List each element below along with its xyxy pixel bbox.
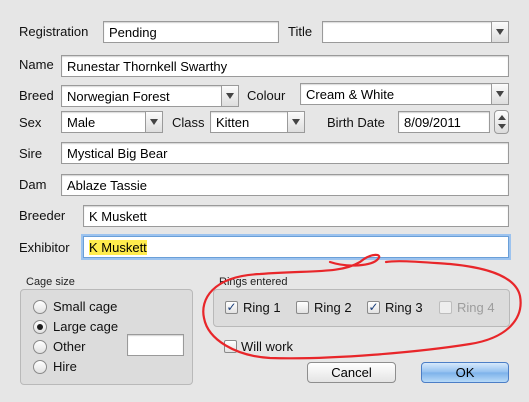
- registration-field[interactable]: Pending: [103, 21, 279, 43]
- rings-entered-group: ✓ Ring 1 Ring 2 ✓ Ring 3 Ring 4: [213, 289, 510, 327]
- checkbox-will-work[interactable]: [224, 340, 237, 353]
- check-mark-icon: ✓: [226, 300, 237, 314]
- title-label: Title: [288, 24, 313, 39]
- class-value: Kitten: [216, 115, 250, 130]
- checkbox-ring-3[interactable]: ✓: [367, 301, 380, 314]
- chevron-down-icon[interactable]: [287, 112, 304, 132]
- check-mark-icon: ✓: [368, 300, 379, 314]
- colour-value: Cream & White: [306, 87, 395, 102]
- breed-dropdown[interactable]: Norwegian Forest: [61, 85, 239, 107]
- sex-label: Sex: [19, 115, 42, 130]
- radio-small-cage[interactable]: [33, 300, 47, 314]
- checkbox-label-ring-1[interactable]: Ring 1: [243, 300, 281, 315]
- exhibitor-selected-text: K Muskett: [89, 240, 147, 255]
- name-field[interactable]: Runestar Thornkell Swarthy: [61, 55, 509, 77]
- name-label: Name: [19, 57, 54, 72]
- cage-size-group: Small cage Large cage Other Hire: [20, 289, 193, 385]
- breeder-field[interactable]: K Muskett: [83, 205, 509, 227]
- dam-field[interactable]: Ablaze Tassie: [61, 174, 509, 196]
- registration-label: Registration: [19, 24, 89, 39]
- chevron-down-icon[interactable]: [491, 84, 508, 104]
- exhibitor-label: Exhibitor: [19, 240, 70, 255]
- ok-button[interactable]: OK: [421, 362, 509, 383]
- breeder-label: Breeder: [19, 208, 66, 223]
- radio-label-other[interactable]: Other: [53, 339, 86, 354]
- stepper-up-icon[interactable]: [498, 115, 506, 120]
- sire-field[interactable]: Mystical Big Bear: [61, 142, 509, 164]
- exhibitor-field[interactable]: K Muskett: [83, 236, 509, 258]
- radio-other[interactable]: [33, 340, 47, 354]
- chevron-down-icon[interactable]: [221, 86, 238, 106]
- checkbox-label-will-work[interactable]: Will work: [241, 339, 293, 354]
- checkbox-label-ring-4: Ring 4: [457, 300, 495, 315]
- sex-value: Male: [67, 115, 96, 130]
- birth-date-label: Birth Date: [327, 115, 385, 130]
- radio-label-small-cage[interactable]: Small cage: [53, 299, 117, 314]
- radio-large-cage[interactable]: [33, 320, 47, 334]
- checkbox-label-ring-3[interactable]: Ring 3: [385, 300, 423, 315]
- radio-label-large-cage[interactable]: Large cage: [53, 319, 118, 334]
- sex-dropdown[interactable]: Male: [61, 111, 163, 133]
- other-cage-input[interactable]: [127, 334, 184, 356]
- title-dropdown[interactable]: [322, 21, 509, 43]
- checkbox-ring-1[interactable]: ✓: [225, 301, 238, 314]
- dam-label: Dam: [19, 177, 47, 192]
- colour-dropdown[interactable]: Cream & White: [300, 83, 509, 105]
- sire-label: Sire: [19, 146, 43, 161]
- checkbox-label-ring-2[interactable]: Ring 2: [314, 300, 352, 315]
- birth-date-field[interactable]: 8/09/2011: [398, 111, 490, 133]
- breed-label: Breed: [19, 88, 54, 103]
- checkbox-ring-2[interactable]: [296, 301, 309, 314]
- rings-entered-title: Rings entered: [219, 276, 288, 288]
- chevron-down-icon[interactable]: [491, 22, 508, 42]
- stepper-down-icon[interactable]: [498, 124, 506, 129]
- class-dropdown[interactable]: Kitten: [210, 111, 305, 133]
- breed-value: Norwegian Forest: [67, 89, 170, 104]
- chevron-down-icon[interactable]: [145, 112, 162, 132]
- class-label: Class: [172, 115, 205, 130]
- checkbox-ring-4: [439, 301, 452, 314]
- colour-label: Colour: [247, 88, 286, 103]
- birth-date-stepper[interactable]: [494, 110, 509, 134]
- radio-hire[interactable]: [33, 360, 47, 374]
- cage-size-title: Cage size: [26, 276, 75, 288]
- cancel-button[interactable]: Cancel: [307, 362, 396, 383]
- radio-label-hire[interactable]: Hire: [53, 359, 77, 374]
